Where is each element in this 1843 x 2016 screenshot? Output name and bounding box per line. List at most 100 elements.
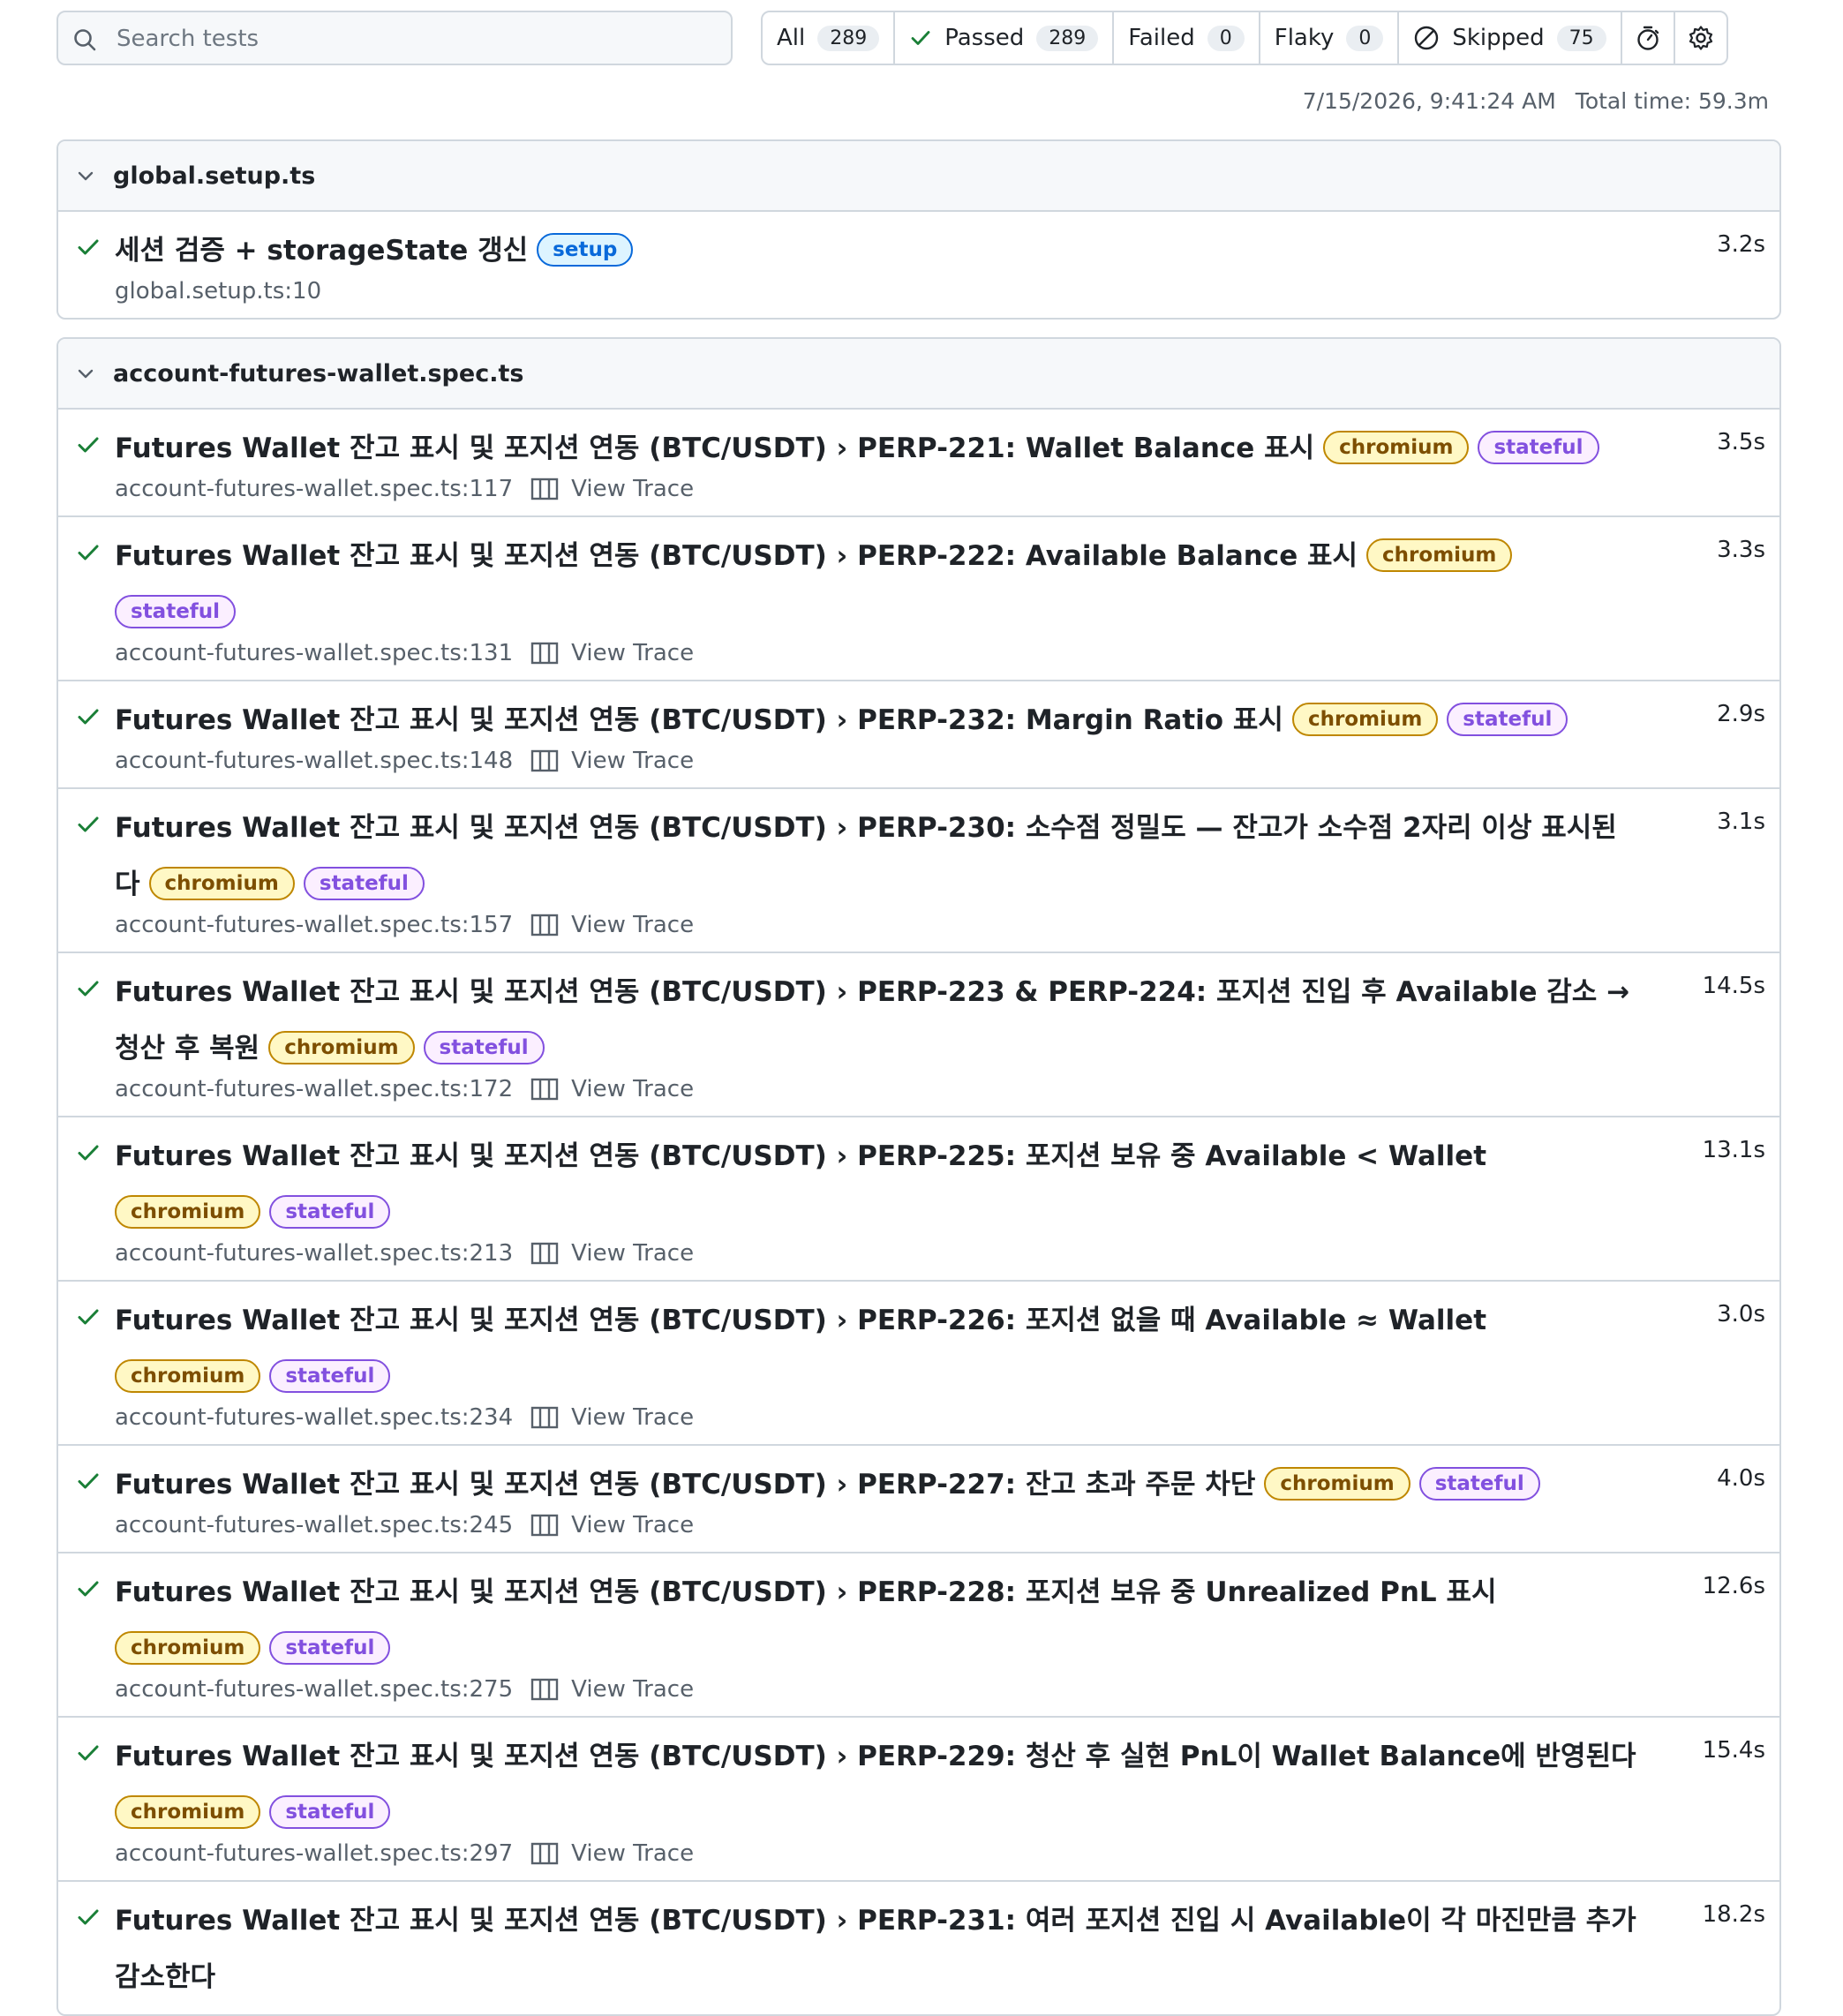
file-group: account-futures-wallet.spec.ts 3.5s Futur… — [56, 337, 1781, 2016]
check-icon — [78, 545, 99, 560]
test-row[interactable]: 4.0s Futures Wallet 잔고 표시 및 포지션 연동 (BTC/U… — [58, 1446, 1779, 1553]
test-title[interactable]: Futures Wallet 잔고 표시 및 포지션 연동 (BTC/USDT)… — [115, 1905, 1636, 1993]
test-row[interactable]: 3.3s Futures Wallet 잔고 표시 및 포지션 연동 (BTC/U… — [58, 517, 1779, 681]
chromium-badge[interactable]: chromium — [1366, 538, 1513, 572]
test-title-line: Futures Wallet 잔고 표시 및 포지션 연동 (BTC/USDT)… — [115, 1728, 1647, 1841]
test-title[interactable]: Futures Wallet 잔고 표시 및 포지션 연동 (BTC/USDT)… — [115, 433, 1314, 464]
stateful-badge[interactable]: stateful — [269, 1795, 391, 1829]
stateful-badge[interactable]: stateful — [269, 1195, 391, 1229]
test-row[interactable]: 14.5s Futures Wallet 잔고 표시 및 포지션 연동 (BTC/… — [58, 953, 1779, 1117]
test-title[interactable]: Futures Wallet 잔고 표시 및 포지션 연동 (BTC/USDT)… — [115, 1305, 1486, 1336]
chromium-badge[interactable]: chromium — [115, 1795, 261, 1829]
test-meta: account-futures-wallet.spec.ts:213 View T… — [115, 1236, 1647, 1271]
setup-badge[interactable]: setup — [537, 233, 634, 267]
filter-skipped-label: Skipped — [1452, 25, 1545, 51]
view-trace-link[interactable]: View Trace — [530, 1840, 694, 1867]
stateful-badge[interactable]: stateful — [1447, 703, 1568, 736]
settings-button[interactable] — [1675, 12, 1726, 64]
stateful-badge[interactable]: stateful — [115, 595, 237, 628]
test-row[interactable]: 18.2s Futures Wallet 잔고 표시 및 포지션 연동 (BTC/… — [58, 1882, 1779, 2014]
filter-failed-count: 0 — [1207, 25, 1245, 51]
test-title[interactable]: Futures Wallet 잔고 표시 및 포지션 연동 (BTC/USDT)… — [115, 1741, 1636, 1772]
chromium-badge[interactable]: chromium — [1291, 703, 1439, 736]
chromium-badge[interactable]: chromium — [115, 1359, 261, 1393]
view-trace-link[interactable]: View Trace — [530, 1404, 694, 1431]
view-trace-link[interactable]: View Trace — [530, 640, 694, 666]
test-row[interactable]: 3.1s Futures Wallet 잔고 표시 및 포지션 연동 (BTC/U… — [58, 789, 1779, 953]
test-duration: 3.5s — [1717, 429, 1765, 455]
view-trace-label: View Trace — [571, 1240, 695, 1267]
check-icon — [78, 1581, 99, 1597]
filter-passed-label: Passed — [944, 25, 1025, 51]
stateful-badge[interactable]: stateful — [1478, 431, 1599, 464]
test-title[interactable]: Futures Wallet 잔고 표시 및 포지션 연동 (BTC/USDT)… — [115, 1576, 1496, 1608]
test-duration: 3.2s — [1717, 231, 1765, 258]
chromium-badge[interactable]: chromium — [115, 1195, 261, 1229]
test-title[interactable]: Futures Wallet 잔고 표시 및 포지션 연동 (BTC/USDT)… — [115, 1469, 1255, 1501]
view-trace-link[interactable]: View Trace — [530, 1676, 694, 1703]
test-row[interactable]: 15.4s Futures Wallet 잔고 표시 및 포지션 연동 (BTC/… — [58, 1718, 1779, 1882]
filter-all-label: All — [777, 25, 806, 51]
check-icon — [78, 709, 99, 725]
test-meta: global.setup.ts:10 — [115, 274, 1647, 309]
stateful-badge[interactable]: stateful — [1418, 1467, 1540, 1501]
search-input[interactable] — [115, 19, 718, 58]
view-trace-link[interactable]: View Trace — [530, 748, 694, 774]
chevron-down-icon — [78, 369, 94, 379]
test-location: account-futures-wallet.spec.ts:172 — [115, 1076, 514, 1102]
test-title[interactable]: Futures Wallet 잔고 표시 및 포지션 연동 (BTC/USDT)… — [115, 704, 1283, 736]
chromium-badge[interactable]: chromium — [1264, 1467, 1410, 1501]
test-location: account-futures-wallet.spec.ts:245 — [115, 1512, 514, 1538]
stateful-badge[interactable]: stateful — [269, 1359, 391, 1393]
test-row[interactable]: 3.5s Futures Wallet 잔고 표시 및 포지션 연동 (BTC/U… — [58, 410, 1779, 517]
toolbar: All 289 Passed 289 Failed 0 Flaky 0 Skip… — [56, 11, 1781, 67]
speedboard-button[interactable] — [1622, 12, 1675, 64]
test-duration: 3.1s — [1717, 809, 1765, 835]
test-row[interactable]: 2.9s Futures Wallet 잔고 표시 및 포지션 연동 (BTC/U… — [58, 681, 1779, 789]
stateful-badge[interactable]: stateful — [269, 1631, 391, 1665]
search-box[interactable] — [56, 11, 733, 65]
test-title[interactable]: Futures Wallet 잔고 표시 및 포지션 연동 (BTC/USDT)… — [115, 1140, 1486, 1172]
test-row[interactable]: 3.2s 세션 검증 + storageState 갱신 setup global.s… — [58, 212, 1779, 318]
filter-passed[interactable]: Passed 289 — [895, 12, 1115, 64]
stateful-badge[interactable]: stateful — [423, 1031, 545, 1064]
test-title[interactable]: 세션 검증 + storageState 갱신 — [115, 235, 528, 267]
trace-icon — [530, 1514, 559, 1537]
file-name: global.setup.ts — [113, 162, 316, 190]
view-trace-label: View Trace — [571, 1404, 695, 1431]
chromium-badge[interactable]: chromium — [268, 1031, 415, 1064]
view-trace-link[interactable]: View Trace — [530, 1240, 694, 1267]
filter-skipped[interactable]: Skipped 75 — [1399, 12, 1622, 64]
view-trace-link[interactable]: View Trace — [530, 912, 694, 938]
view-trace-link[interactable]: View Trace — [530, 1076, 694, 1102]
test-meta: account-futures-wallet.spec.ts:275 View T… — [115, 1672, 1647, 1707]
chromium-badge[interactable]: chromium — [115, 1631, 261, 1665]
view-trace-link[interactable]: View Trace — [530, 1512, 694, 1538]
test-meta: account-futures-wallet.spec.ts:245 View T… — [115, 1508, 1647, 1543]
test-location: global.setup.ts:10 — [115, 278, 322, 305]
test-meta: account-futures-wallet.spec.ts:148 View T… — [115, 743, 1647, 779]
test-location: account-futures-wallet.spec.ts:148 — [115, 748, 514, 774]
chromium-badge[interactable]: chromium — [1323, 431, 1470, 464]
test-list: 3.2s 세션 검증 + storageState 갱신 setup global.s… — [58, 212, 1779, 318]
test-meta: account-futures-wallet.spec.ts:131 View T… — [115, 636, 1647, 671]
test-row[interactable]: 3.0s Futures Wallet 잔고 표시 및 포지션 연동 (BTC/U… — [58, 1282, 1779, 1446]
filter-all-count: 289 — [817, 25, 880, 51]
stateful-badge[interactable]: stateful — [303, 867, 425, 900]
test-location: account-futures-wallet.spec.ts:213 — [115, 1240, 514, 1267]
trace-icon — [530, 914, 559, 937]
file-header[interactable]: global.setup.ts — [58, 141, 1779, 212]
test-row[interactable]: 13.1s Futures Wallet 잔고 표시 및 포지션 연동 (BTC/… — [58, 1117, 1779, 1282]
file-header[interactable]: account-futures-wallet.spec.ts — [58, 339, 1779, 410]
filter-flaky[interactable]: Flaky 0 — [1260, 12, 1400, 64]
filter-all[interactable]: All 289 — [763, 12, 896, 64]
view-trace-link[interactable]: View Trace — [530, 476, 694, 502]
chromium-badge[interactable]: chromium — [148, 867, 295, 900]
trace-icon — [530, 1678, 559, 1701]
filter-failed[interactable]: Failed 0 — [1114, 12, 1260, 64]
test-duration: 14.5s — [1702, 973, 1765, 999]
test-row[interactable]: 12.6s Futures Wallet 잔고 표시 및 포지션 연동 (BTC/… — [58, 1553, 1779, 1718]
skip-icon — [1415, 26, 1439, 50]
test-title[interactable]: Futures Wallet 잔고 표시 및 포지션 연동 (BTC/USDT)… — [115, 540, 1358, 572]
run-total-time: Total time: 59.3m — [1575, 88, 1769, 114]
